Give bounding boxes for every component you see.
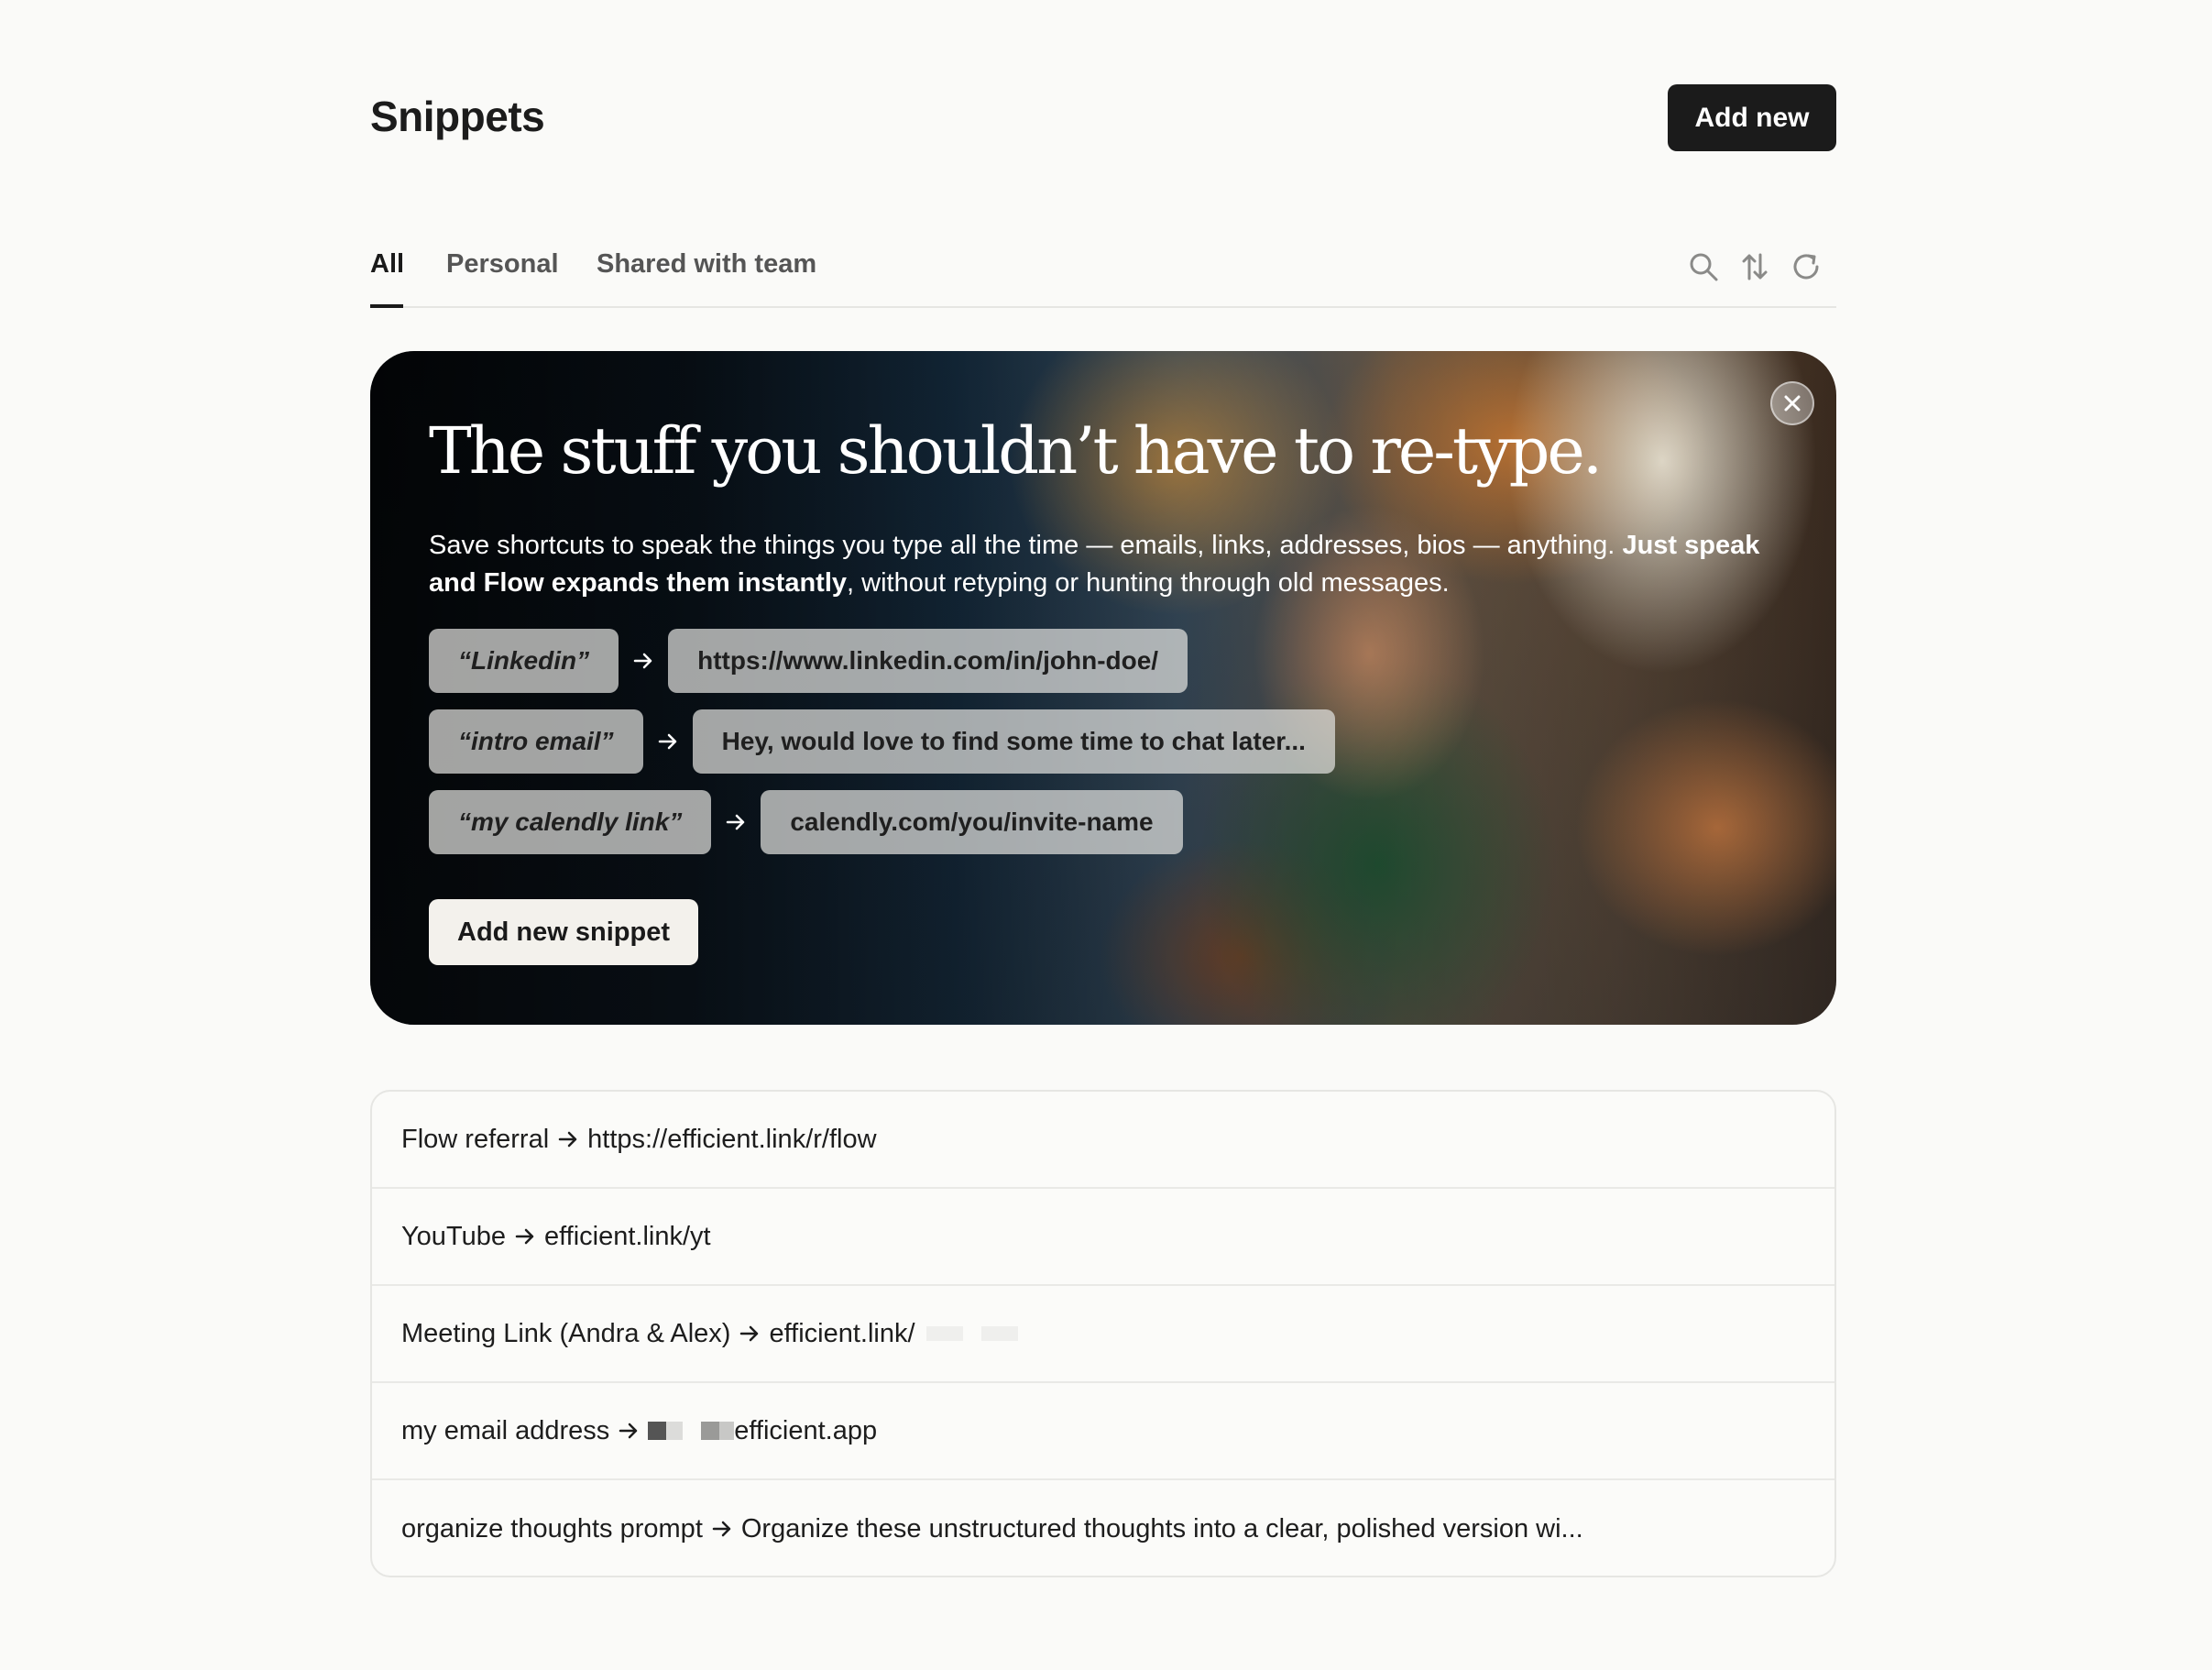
arrow-right-icon [643, 733, 693, 750]
snippets-page: Snippets Add new All Personal Shared wit… [0, 0, 2212, 1670]
banner-description-text-end: , without retyping or hunting through ol… [847, 568, 1450, 598]
arrow-right-icon [515, 1228, 535, 1245]
arrow-right-icon [712, 1521, 732, 1537]
page-title: Snippets [370, 93, 545, 140]
tab-label: All [370, 249, 405, 279]
banner-description: Save shortcuts to speak the things you t… [429, 527, 1767, 602]
page-header: Snippets Add new [370, 84, 1836, 152]
arrow-right-icon [739, 1325, 760, 1342]
snippet-row[interactable]: YouTube efficient.link/yt [372, 1189, 1834, 1286]
example-trigger-chip: “intro email” [429, 709, 643, 774]
example-trigger-chip: “my calendly link” [429, 790, 712, 854]
snippet-expansion: efficient.link/ [769, 1318, 915, 1348]
example-expansion-chip: https://www.linkedin.com/in/john-doe/ [668, 629, 1188, 693]
close-icon[interactable] [1770, 381, 1814, 425]
redacted-text [925, 1326, 963, 1341]
example-row: “my calendly link” calendly.com/you/invi… [429, 790, 1183, 854]
banner-description-text: Save shortcuts to speak the things you t… [429, 531, 1623, 560]
snippet-expansion: https://efficient.link/r/flow [587, 1124, 877, 1154]
redacted-text [980, 1326, 1018, 1341]
arrow-right-icon [558, 1131, 578, 1148]
example-row: “intro email” Hey, would love to find so… [429, 709, 1335, 774]
add-new-snippet-button[interactable]: Add new snippet [429, 899, 698, 965]
example-trigger-chip: “Linkedin” [429, 629, 619, 693]
snippet-trigger: Meeting Link (Andra & Alex) [401, 1318, 731, 1348]
redacted-text [648, 1422, 667, 1440]
redacted-text [719, 1422, 735, 1440]
snippet-expansion: efficient.link/yt [543, 1221, 711, 1251]
snippet-trigger: my email address [401, 1415, 610, 1445]
tab-shared-with-team[interactable]: Shared with team [597, 249, 816, 280]
snippet-row[interactable]: Meeting Link (Andra & Alex) efficient.li… [372, 1286, 1834, 1383]
example-expansion-chip: Hey, would love to find some time to cha… [692, 709, 1335, 774]
active-tab-indicator [370, 304, 403, 308]
tab-personal[interactable]: Personal [446, 249, 559, 280]
redacted-text [701, 1422, 720, 1440]
add-new-button[interactable]: Add new [1668, 84, 1836, 151]
example-row: “Linkedin” https://www.linkedin.com/in/j… [429, 629, 1188, 693]
snippet-expansion: efficient.app [734, 1415, 878, 1445]
tab-all[interactable]: All [370, 249, 404, 280]
search-icon[interactable] [1686, 249, 1721, 284]
banner-headline: The stuff you shouldn’t have to re-type. [429, 413, 1603, 489]
tab-label: Personal [446, 249, 559, 279]
example-expansion-chip: calendly.com/you/invite-name [761, 790, 1183, 854]
snippet-expansion: Organize these unstructured thoughts int… [740, 1513, 1583, 1544]
snippet-trigger: organize thoughts prompt [401, 1513, 703, 1544]
snippet-row[interactable]: Flow referral https://efficient.link/r/f… [372, 1092, 1834, 1189]
tab-bar: All Personal Shared with team [370, 240, 1836, 308]
snippet-row[interactable]: organize thoughts prompt Organize these … [372, 1480, 1834, 1576]
snippet-row[interactable]: my email address efficient.app [372, 1383, 1834, 1480]
arrow-right-icon [619, 1423, 639, 1439]
arrow-right-icon [711, 814, 761, 830]
refresh-icon[interactable] [1789, 249, 1823, 284]
sort-icon[interactable] [1737, 249, 1772, 284]
arrow-right-icon [619, 653, 668, 669]
snippets-promo-banner: The stuff you shouldn’t have to re-type.… [370, 351, 1836, 1025]
snippet-trigger: YouTube [401, 1221, 506, 1251]
redacted-text [666, 1422, 684, 1440]
tab-label: Shared with team [597, 249, 817, 279]
snippet-trigger: Flow referral [401, 1124, 550, 1154]
snippet-list: Flow referral https://efficient.link/r/f… [370, 1090, 1836, 1577]
